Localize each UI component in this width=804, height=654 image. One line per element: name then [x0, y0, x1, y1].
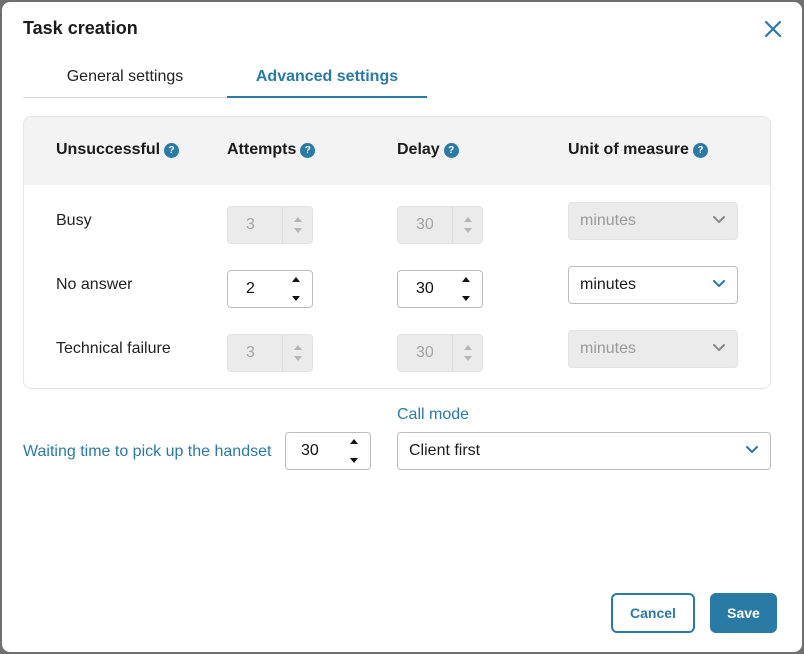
waiting-time-label: Waiting time to pick up the handset — [23, 443, 272, 460]
cancel-button[interactable]: Cancel — [611, 593, 695, 633]
caret-up-icon — [463, 217, 472, 222]
technical-failure-attempts-value: 3 — [246, 344, 255, 361]
technical-failure-unit-value: minutes — [580, 340, 637, 357]
caret-down-icon[interactable] — [292, 296, 300, 301]
caret-up-icon — [293, 217, 302, 222]
caret-down-icon — [293, 228, 302, 233]
tab-bar: General settings Advanced settings — [23, 60, 427, 98]
busy-delay-value: 30 — [416, 216, 434, 233]
call-mode-value: Client first — [409, 442, 481, 459]
header-unit-label: Unit of measure — [568, 141, 689, 158]
busy-attempts-stepper: 3 — [227, 206, 313, 244]
caret-down-icon — [463, 356, 472, 361]
no-answer-attempts-value[interactable]: 2 — [246, 271, 255, 307]
busy-delay-stepper: 30 — [397, 206, 483, 244]
no-answer-attempts-stepper[interactable]: 2 — [227, 270, 313, 308]
caret-up-icon — [293, 345, 302, 350]
header-delay-label: Delay — [397, 141, 440, 158]
technical-failure-delay-stepper: 30 — [397, 334, 483, 372]
caret-down-icon — [463, 228, 472, 233]
waiting-time-value[interactable]: 30 — [301, 433, 319, 469]
waiting-time-stepper[interactable]: 30 — [285, 432, 371, 470]
caret-down-icon — [293, 356, 302, 361]
close-icon[interactable] — [760, 16, 786, 42]
no-answer-delay-value[interactable]: 30 — [416, 271, 434, 307]
busy-attempts-value: 3 — [246, 216, 255, 233]
header-attempts-label: Attempts — [227, 141, 297, 158]
chevron-down-icon — [713, 216, 725, 223]
technical-failure-unit-select: minutes — [568, 330, 738, 368]
task-creation-dialog: Task creation General settings Advanced … — [2, 2, 802, 652]
retry-settings-panel: Unsuccessful ? Attempts ? Delay ? Unit o… — [23, 116, 771, 389]
header-unsuccessful: Unsuccessful ? — [56, 141, 180, 159]
tab-general-settings[interactable]: General settings — [23, 60, 227, 98]
no-answer-unit-value: minutes — [580, 276, 637, 293]
help-icon[interactable]: ? — [443, 142, 459, 158]
technical-failure-delay-value: 30 — [416, 344, 434, 361]
row-label-no-answer: No answer — [56, 276, 133, 293]
header-attempts: Attempts ? — [227, 141, 316, 159]
caret-up-icon[interactable] — [292, 277, 300, 282]
help-icon[interactable]: ? — [692, 142, 708, 158]
chevron-down-icon — [713, 344, 725, 351]
row-label-busy: Busy — [56, 212, 92, 229]
caret-up-icon — [463, 345, 472, 350]
call-mode-select[interactable]: Client first — [397, 432, 771, 470]
save-button[interactable]: Save — [710, 593, 777, 633]
call-mode-label: Call mode — [397, 406, 470, 423]
caret-down-icon[interactable] — [350, 458, 358, 463]
busy-unit-value: minutes — [580, 212, 637, 229]
header-delay: Delay ? — [397, 141, 459, 159]
dialog-title: Task creation — [23, 18, 138, 38]
header-unsuccessful-label: Unsuccessful — [56, 141, 161, 158]
tab-advanced-settings[interactable]: Advanced settings — [227, 60, 427, 98]
caret-up-icon[interactable] — [350, 439, 358, 444]
chevron-down-icon[interactable] — [713, 280, 725, 288]
technical-failure-attempts-stepper: 3 — [227, 334, 313, 372]
row-label-technical-failure: Technical failure — [56, 340, 171, 357]
caret-up-icon[interactable] — [462, 277, 470, 282]
no-answer-delay-stepper[interactable]: 30 — [397, 270, 483, 308]
no-answer-unit-select[interactable]: minutes — [568, 266, 738, 304]
help-icon[interactable]: ? — [164, 142, 180, 158]
busy-unit-select: minutes — [568, 202, 738, 240]
table-header: Unsuccessful ? Attempts ? Delay ? Unit o… — [24, 117, 770, 185]
caret-down-icon[interactable] — [462, 296, 470, 301]
chevron-down-icon[interactable] — [746, 446, 758, 454]
header-unit-of-measure: Unit of measure ? — [568, 141, 708, 159]
help-icon[interactable]: ? — [300, 142, 316, 158]
